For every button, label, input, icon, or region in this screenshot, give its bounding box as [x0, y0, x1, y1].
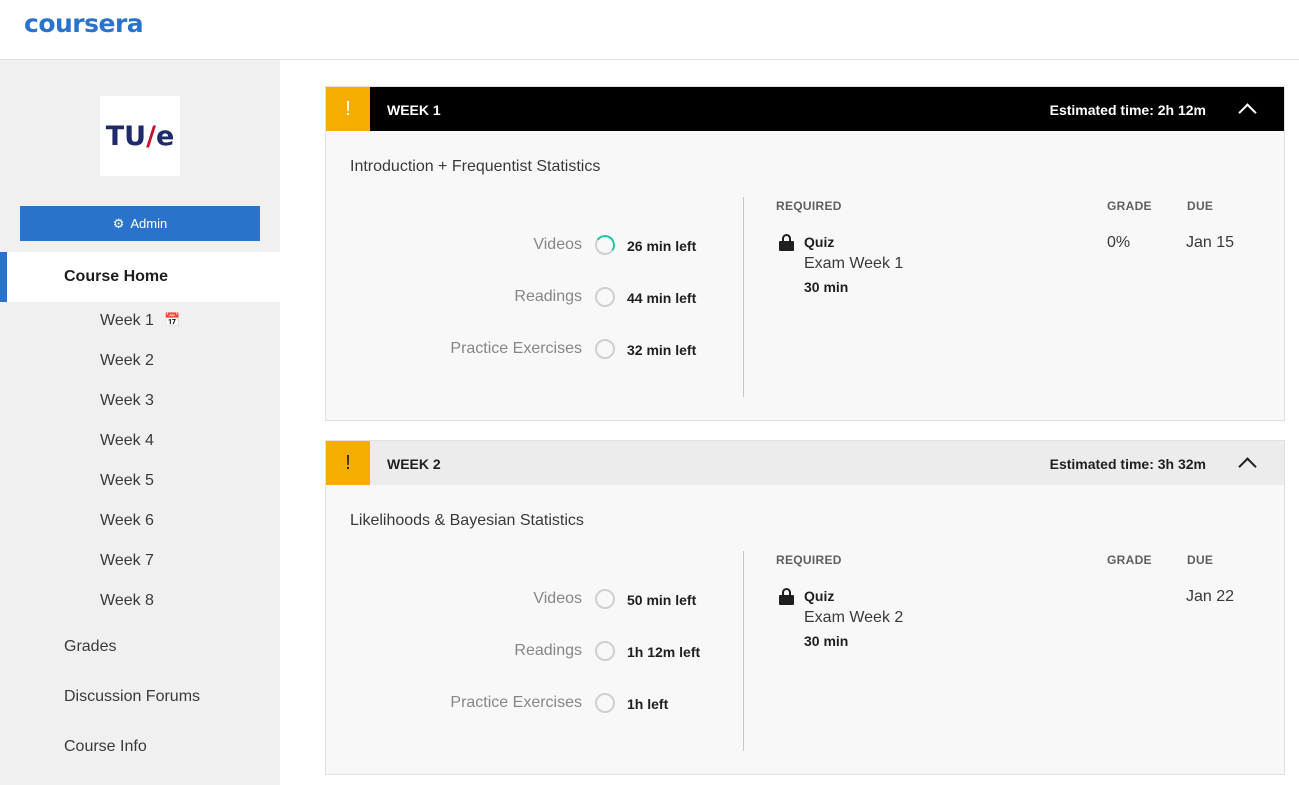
- sidebar: TU/e ⚙ Admin Course Home Week 1 📅 Week 2 …: [0, 60, 280, 785]
- admin-button-label: Admin: [130, 216, 168, 231]
- sidebar-item-week-1[interactable]: Week 1 📅: [100, 312, 180, 330]
- lock-icon: [779, 234, 794, 251]
- week-card-2: ! WEEK 2 Estimated time: 3h 32m Likeliho…: [325, 440, 1285, 775]
- item-label: Videos: [533, 590, 582, 607]
- assignment-due: Jan 15: [1186, 234, 1235, 251]
- sidebar-item-course-info[interactable]: Course Info: [64, 738, 147, 756]
- assignment-type: Quiz: [804, 588, 835, 604]
- time-left: 44 min left: [627, 290, 697, 306]
- time-left: 1h left: [627, 696, 669, 712]
- warning-icon: !: [326, 87, 370, 131]
- required-header: REQUIRED: [776, 199, 842, 213]
- time-left: 32 min left: [627, 342, 697, 358]
- due-header: DUE: [1187, 199, 1214, 213]
- assignment-due: Jan 22: [1186, 588, 1235, 605]
- divider: [743, 197, 744, 397]
- item-label: Practice Exercises: [450, 340, 582, 357]
- assignment-grade: 0%: [1107, 234, 1131, 251]
- admin-button[interactable]: ⚙ Admin: [20, 206, 260, 241]
- sidebar-item-week-8[interactable]: Week 8: [100, 592, 154, 610]
- sidebar-item-discussion-forums[interactable]: Discussion Forums: [64, 688, 200, 706]
- required-header: REQUIRED: [776, 553, 842, 567]
- grade-header: GRADE: [1107, 199, 1152, 213]
- due-header: DUE: [1187, 553, 1214, 567]
- week-label: WEEK 1: [387, 102, 441, 118]
- estimated-time: Estimated time: 3h 32m: [1049, 456, 1206, 472]
- chevron-up-icon[interactable]: [1238, 454, 1256, 472]
- progress-ring-icon: [595, 693, 615, 713]
- sidebar-item-grades[interactable]: Grades: [64, 638, 116, 656]
- assignment-type: Quiz: [804, 234, 835, 250]
- assignment-duration: 30 min: [804, 633, 849, 649]
- sidebar-item-course-home[interactable]: Course Home: [0, 252, 280, 302]
- item-label: Videos: [533, 236, 582, 253]
- estimated-time: Estimated time: 2h 12m: [1049, 102, 1206, 118]
- week-header[interactable]: ! WEEK 1 Estimated time: 2h 12m: [326, 87, 1284, 131]
- sidebar-item-label: Course Home: [64, 268, 169, 285]
- university-logo-text: TU/e: [105, 120, 175, 152]
- university-logo[interactable]: TU/e: [100, 96, 180, 176]
- grade-header: GRADE: [1107, 553, 1152, 567]
- progress-ring-icon: [593, 233, 617, 257]
- progress-ring-icon: [595, 589, 615, 609]
- coursera-logo[interactable]: coursera: [24, 9, 144, 38]
- week-card-1: ! WEEK 1 Estimated time: 2h 12m Introduc…: [325, 86, 1285, 421]
- assignment-name[interactable]: Exam Week 1: [804, 255, 903, 273]
- top-bar: coursera: [0, 0, 1299, 60]
- sidebar-item-week-2[interactable]: Week 2: [100, 352, 154, 370]
- calendar-icon: 📅: [163, 312, 181, 327]
- divider: [743, 551, 744, 751]
- progress-ring-icon: [595, 641, 615, 661]
- sidebar-item-week-5[interactable]: Week 5: [100, 472, 154, 490]
- week-label: WEEK 2: [387, 456, 441, 472]
- assignment-duration: 30 min: [804, 279, 849, 295]
- assignment-name[interactable]: Exam Week 2: [804, 609, 903, 627]
- sidebar-item-week-7[interactable]: Week 7: [100, 552, 154, 570]
- chevron-up-icon[interactable]: [1238, 100, 1256, 118]
- progress-ring-icon: [595, 287, 615, 307]
- progress-ring-icon: [595, 339, 615, 359]
- sidebar-item-week-6[interactable]: Week 6: [100, 512, 154, 530]
- lock-icon: [779, 588, 794, 605]
- time-left: 50 min left: [627, 592, 697, 608]
- item-label: Readings: [514, 288, 582, 305]
- warning-icon: !: [326, 441, 370, 485]
- sidebar-item-week-3[interactable]: Week 3: [100, 392, 154, 410]
- item-label: Practice Exercises: [450, 694, 582, 711]
- gear-icon: ⚙: [112, 215, 125, 231]
- week-title: Likelihoods & Bayesian Statistics: [350, 512, 584, 529]
- time-left: 26 min left: [627, 238, 697, 254]
- week-title: Introduction + Frequentist Statistics: [350, 158, 601, 175]
- item-label: Readings: [514, 642, 582, 659]
- week-header[interactable]: ! WEEK 2 Estimated time: 3h 32m: [326, 441, 1284, 485]
- sidebar-item-week-4[interactable]: Week 4: [100, 432, 154, 450]
- time-left: 1h 12m left: [627, 644, 701, 660]
